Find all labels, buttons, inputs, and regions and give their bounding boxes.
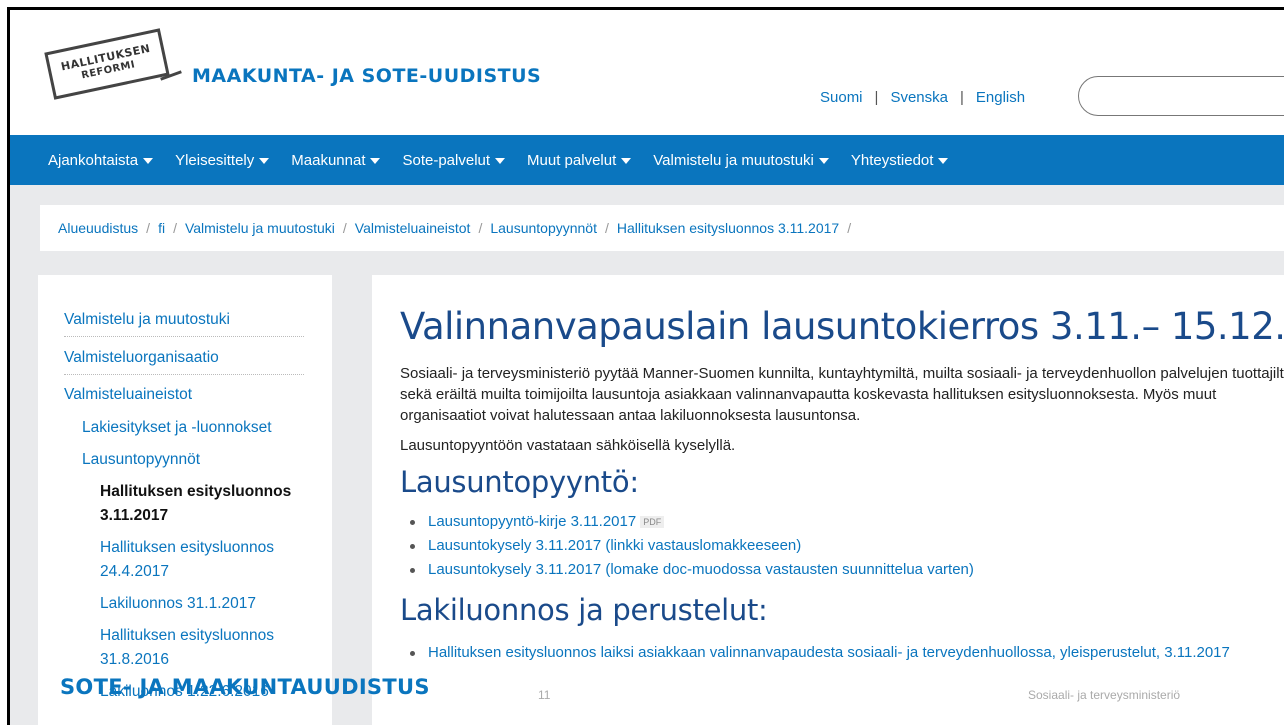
breadcrumb-item[interactable]: Alueuudistus — [58, 220, 138, 236]
lakiluonnos-links: Hallituksen esitysluonnos laiksi asiakka… — [400, 641, 1230, 665]
nav-label: Yhteystiedot — [850, 151, 934, 169]
slide-footer: SOTE- JA MAAKUNTAUUDISTUS 11 Sosiaali- j… — [0, 675, 1284, 725]
search-input[interactable] — [1078, 76, 1284, 116]
browser-viewport: HALLITUKSEN REFORMI MAAKUNTA- JA SOTE-UU… — [7, 7, 1284, 725]
breadcrumb-item-current[interactable]: Hallituksen esitysluonnos 3.11.2017 — [617, 220, 839, 236]
breadcrumb-item[interactable]: Valmisteluaineistot — [355, 220, 471, 236]
pdf-badge: PDF — [640, 516, 665, 529]
lang-separator: | — [874, 89, 879, 106]
caret-down-icon — [938, 158, 949, 164]
lang-suomi[interactable]: Suomi — [820, 89, 863, 106]
content-area: Alueuudistus / fi / Valmistelu ja muutostu… — [10, 185, 1284, 725]
caret-down-icon — [370, 158, 381, 164]
sidebar-item-organisaatio[interactable]: Valmisteluorganisaatio — [64, 347, 219, 369]
footer-title: SOTE- JA MAAKUNTAUUDISTUS — [60, 675, 430, 699]
breadcrumb-separator: / — [146, 220, 151, 236]
reform-logo[interactable]: HALLITUKSEN REFORMI — [44, 28, 170, 100]
nav-label: Ajankohtaista — [48, 151, 139, 169]
sidebar-item-current-line1[interactable]: Hallituksen esitysluonnos — [100, 481, 291, 503]
lausuntopyynto-links: Lausuntopyyntö-kirje 3.11.2017 PDF Lausun… — [400, 510, 974, 582]
nav-valmistelu[interactable]: Valmistelu ja muutostuki — [653, 152, 829, 169]
caret-down-icon — [259, 158, 270, 164]
slide-page-number: 11 — [538, 688, 551, 702]
caret-down-icon — [143, 158, 154, 164]
breadcrumb-separator: / — [604, 220, 609, 236]
breadcrumb-separator: / — [173, 220, 177, 236]
caret-down-icon — [495, 158, 506, 164]
main-content: Valinnanvapauslain lausuntokierros 3.11.… — [372, 275, 1284, 725]
sidebar-item-esitys-2017-line1[interactable]: Hallituksen esitysluonnos — [100, 537, 274, 559]
link-kysely-doc[interactable]: Lausuntokysely 3.11.2017 (lomake doc-muo… — [428, 561, 974, 578]
site-title[interactable]: MAAKUNTA- JA SOTE-UUDISTUS — [192, 65, 541, 87]
nav-label: Muut palvelut — [527, 151, 617, 169]
list-item: Lausuntopyyntö-kirje 3.11.2017 PDF — [410, 510, 974, 534]
breadcrumb-item[interactable]: Lausuntopyynnöt — [490, 220, 597, 236]
sidebar-item-valmistelu[interactable]: Valmistelu ja muutostuki — [64, 309, 230, 331]
sidebar-item-esitys-2017-line2[interactable]: 24.4.2017 — [100, 561, 169, 583]
list-item: Lausuntokysely 3.11.2017 (lomake doc-muo… — [410, 558, 974, 582]
sidebar-item-lakiluonnos-2017[interactable]: Lakiluonnos 31.1.2017 — [100, 593, 256, 615]
lang-svenska[interactable]: Svenska — [890, 89, 948, 106]
sidebar-item-lausuntopyynnot[interactable]: Lausuntopyynnöt — [82, 449, 200, 471]
nav-label: Sote-palvelut — [402, 151, 491, 169]
list-item: Lausuntokysely 3.11.2017 (linkki vastaus… — [410, 534, 974, 558]
nav-yleisesittely[interactable]: Yleisesittely — [175, 151, 270, 169]
sidebar-divider — [64, 374, 304, 375]
sidebar-item-esitys-2016-line2[interactable]: 31.8.2016 — [100, 649, 169, 671]
nav-sote-palvelut[interactable]: Sote-palvelut — [402, 151, 506, 169]
page-title: Valinnanvapauslain lausuntokierros 3.11.… — [400, 305, 1284, 348]
breadcrumb-separator: / — [847, 220, 852, 236]
lang-separator: | — [959, 89, 964, 106]
footer-ministry: Sosiaali- ja terveysministeriö — [1028, 688, 1181, 702]
nav-label: Maakunnat — [291, 151, 366, 169]
site-header: HALLITUKSEN REFORMI MAAKUNTA- JA SOTE-UU… — [10, 10, 1284, 135]
sidebar-item-esitys-2016-line1[interactable]: Hallituksen esitysluonnos — [100, 625, 274, 647]
link-kirje[interactable]: Lausuntopyyntö-kirje 3.11.2017 — [428, 513, 636, 530]
breadcrumb: Alueuudistus / fi / Valmistelu ja muutostu… — [40, 205, 1284, 251]
note-paragraph: Lausuntopyyntöön vastataan sähköisellä k… — [400, 437, 736, 454]
sidebar-item-lakiesitykset[interactable]: Lakiesitykset ja -luonnokset — [82, 417, 272, 439]
nav-ajankohtaista[interactable]: Ajankohtaista — [48, 151, 154, 169]
lang-english[interactable]: English — [976, 89, 1025, 106]
breadcrumb-item[interactable]: Valmistelu ja muutostuki — [185, 220, 335, 236]
section-heading-lakiluonnos: Lakiluonnos ja perustelut: — [400, 593, 768, 627]
link-yleisperustelut[interactable]: Hallituksen esitysluonnos laiksi asiakka… — [428, 644, 1230, 661]
nav-label: Valmistelu ja muutostuki — [653, 151, 814, 169]
sidebar-item-current-line2[interactable]: 3.11.2017 — [100, 505, 168, 527]
link-kysely[interactable]: Lausuntokysely 3.11.2017 (linkki vastaus… — [428, 537, 801, 554]
section-heading-lausuntopyynto: Lausuntopyyntö: — [400, 465, 639, 499]
list-item: Hallituksen esitysluonnos laiksi asiakka… — [410, 641, 1230, 665]
sidebar-divider — [64, 336, 304, 337]
sidebar-nav: Valmistelu ja muutostuki Valmisteluorgan… — [38, 275, 332, 725]
breadcrumb-item[interactable]: fi — [158, 220, 165, 236]
main-nav: Ajankohtaista Yleisesittely Maakunnat So… — [10, 135, 1284, 185]
intro-paragraph: Sosiaali- ja terveysministeriö pyytää Ma… — [400, 365, 1284, 424]
breadcrumb-separator: / — [342, 220, 347, 236]
nav-label: Yleisesittely — [175, 151, 255, 169]
nav-yhteystiedot[interactable]: Yhteystiedot — [851, 152, 949, 169]
nav-maakunnat[interactable]: Maakunnat — [291, 151, 381, 169]
caret-down-icon — [818, 158, 829, 164]
breadcrumb-separator: / — [478, 220, 483, 236]
caret-down-icon — [621, 158, 632, 164]
language-switcher: Suomi | Svenska | English — [820, 89, 1025, 106]
nav-muut-palvelut[interactable]: Muut palvelut — [527, 151, 632, 169]
sidebar-item-aineistot[interactable]: Valmisteluaineistot — [64, 384, 192, 406]
